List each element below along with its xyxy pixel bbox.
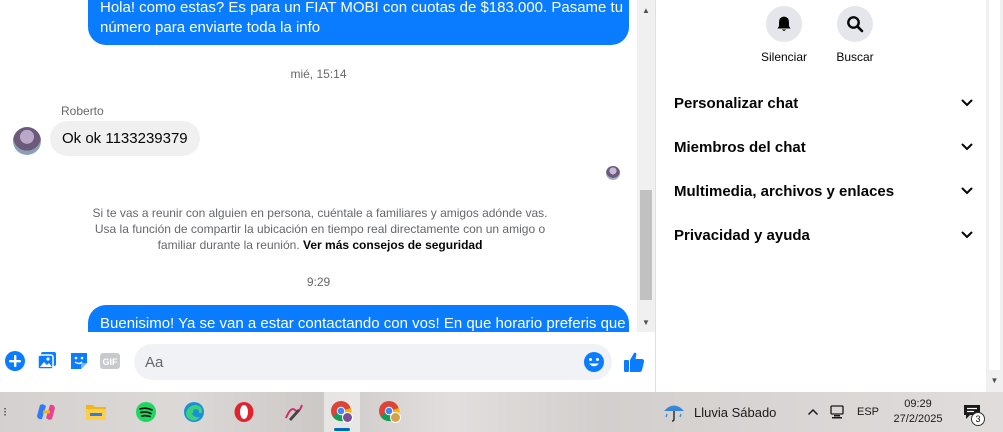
copilot-icon[interactable] <box>28 392 64 432</box>
menu-label: Multimedia, archivos y enlaces <box>674 182 895 200</box>
read-receipt-avatar <box>606 166 620 180</box>
search-label: Buscar <box>836 50 874 64</box>
chevron-down-icon <box>961 143 973 151</box>
scroll-down-arrow[interactable]: ▼ <box>637 316 655 330</box>
message-line: número para enviarte toda la info <box>100 19 321 36</box>
scrollbar-thumb[interactable] <box>640 190 652 300</box>
show-hidden-icons-chevron-icon[interactable] <box>806 392 820 432</box>
outgoing-message-bubble[interactable]: Hola! como estas? Es para un FIAT MOBI c… <box>88 0 629 45</box>
safety-tips-link[interactable]: Ver más consejos de seguridad <box>303 238 482 252</box>
menu-privacy-help[interactable]: Privacidad y ayuda <box>674 220 974 250</box>
message-line: Hola! como estas? Es para un FIAT MOBI c… <box>100 0 624 16</box>
messenger-window: Hola! como estas? Es para un FIAT MOBI c… <box>0 0 1003 432</box>
scroll-up-arrow[interactable]: ▲ <box>637 4 655 18</box>
bell-icon <box>766 6 802 42</box>
chat-info-panel: Silenciar Buscar Personalizar chat Miemb… <box>656 0 986 392</box>
gif-label: GIF <box>103 357 119 367</box>
umbrella-rain-icon <box>664 405 684 422</box>
menu-label: Personalizar chat <box>674 94 799 112</box>
network-icon[interactable] <box>829 392 845 432</box>
clock-date: 27/2/2025 <box>893 413 943 425</box>
message-composer: GIF <box>0 332 655 392</box>
search-button[interactable]: Buscar <box>820 6 890 64</box>
page-scrollbar[interactable]: ▼ <box>986 0 1003 392</box>
add-icon[interactable] <box>4 350 26 372</box>
chrome-profile-icon[interactable] <box>324 392 360 432</box>
weather-widget[interactable]: Lluvia Sábado <box>662 392 792 432</box>
pen-icon[interactable] <box>276 392 312 432</box>
menu-chat-members[interactable]: Miembros del chat <box>674 132 974 162</box>
notifications-button[interactable]: 3 <box>958 392 986 432</box>
opera-icon[interactable] <box>226 392 262 432</box>
like-icon[interactable] <box>622 350 646 374</box>
menu-customize-chat[interactable]: Personalizar chat <box>674 88 974 118</box>
message-timestamp: mié, 15:14 <box>290 67 347 81</box>
message-input[interactable] <box>134 344 612 380</box>
search-icon <box>837 6 873 42</box>
scrollbar-thumb[interactable] <box>989 0 1000 370</box>
weather-text: Lluvia Sábado <box>694 404 777 420</box>
outgoing-message-bubble[interactable]: Buenisimo! Ya se van a estar contactando… <box>88 305 629 332</box>
chevron-down-icon <box>961 231 973 239</box>
safety-notice: Si te vas a reunir con alguien en person… <box>90 205 550 253</box>
taskbar: ⁝ Lluvia Sábado ESP 09:29 27/2/2025 3 <box>0 392 1003 432</box>
gif-icon[interactable]: GIF <box>99 350 121 372</box>
chevron-down-icon <box>961 187 973 195</box>
chat-scrollbar[interactable]: ▲ ▼ <box>637 0 655 332</box>
avatar[interactable] <box>13 127 41 155</box>
chat-conversation[interactable]: Hola! como estas? Es para un FIAT MOBI c… <box>0 0 637 332</box>
scroll-down-arrow[interactable]: ▼ <box>986 376 1003 390</box>
menu-media-files-links[interactable]: Multimedia, archivos y enlaces <box>674 176 974 206</box>
sticker-icon[interactable] <box>68 350 90 372</box>
incoming-message-bubble[interactable]: Ok ok 1133239379 <box>50 121 200 156</box>
file-explorer-icon[interactable] <box>78 392 114 432</box>
language-indicator[interactable]: ESP <box>855 392 881 432</box>
emoji-icon[interactable] <box>583 351 605 373</box>
system-clock[interactable]: 09:29 27/2/2025 <box>886 392 950 432</box>
chrome-icon[interactable] <box>372 392 408 432</box>
mute-label: Silenciar <box>760 50 808 64</box>
notification-count-badge: 3 <box>971 412 985 426</box>
photo-icon[interactable] <box>36 350 58 372</box>
chevron-down-icon <box>961 99 973 107</box>
spotify-icon[interactable] <box>128 392 164 432</box>
start-handle[interactable]: ⁝ <box>0 392 10 432</box>
edge-icon[interactable] <box>176 392 212 432</box>
sender-name: Roberto <box>61 104 104 118</box>
menu-label: Privacidad y ayuda <box>674 226 810 244</box>
menu-label: Miembros del chat <box>674 138 806 156</box>
message-timestamp: 9:29 <box>306 275 331 289</box>
mute-button[interactable]: Silenciar <box>749 6 819 64</box>
clock-time: 09:29 <box>904 398 932 410</box>
